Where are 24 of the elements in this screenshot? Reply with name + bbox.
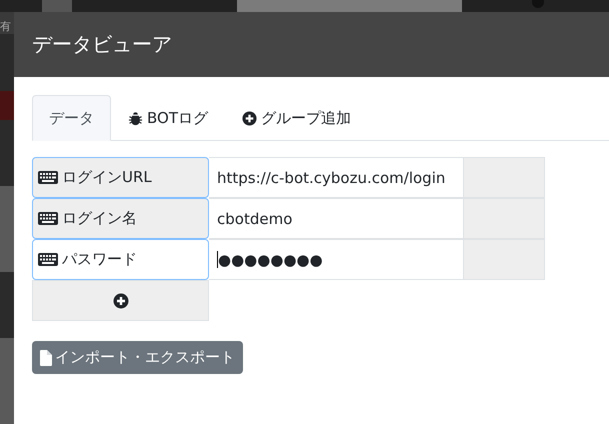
field-label[interactable]: パスワード — [32, 239, 209, 280]
field-label[interactable]: ログインURL — [32, 157, 209, 198]
keyboard-icon — [38, 212, 58, 225]
field-label-text: ログイン名 — [62, 209, 137, 228]
import-export-button[interactable]: インポート・エクスポート — [32, 341, 243, 374]
toolbar-item — [42, 0, 72, 12]
keyboard-icon — [38, 171, 58, 184]
value-field[interactable]: cbotdemo — [209, 198, 463, 239]
tab[interactable]: データ — [32, 95, 111, 141]
value-field[interactable]: ●●●●●●●● — [209, 239, 463, 280]
plus-circle-icon — [112, 292, 128, 308]
add-row-button[interactable] — [32, 280, 209, 321]
tab[interactable]: グループ追加 — [225, 95, 368, 141]
field-label-text: パスワード — [62, 250, 137, 269]
side-label: 有 — [0, 19, 12, 34]
value-field[interactable]: https://c-bot.cybozu.com/login — [209, 157, 463, 198]
tab[interactable]: BOTログ — [111, 95, 225, 141]
bug-icon — [128, 110, 143, 126]
field-label[interactable]: ログイン名 — [32, 198, 209, 239]
file-icon — [40, 350, 52, 366]
keyboard-icon — [38, 253, 58, 266]
dialog-title: データビューア — [32, 31, 172, 58]
field-label-text: ログインURL — [62, 168, 152, 187]
plus-circle-icon — [242, 110, 257, 126]
